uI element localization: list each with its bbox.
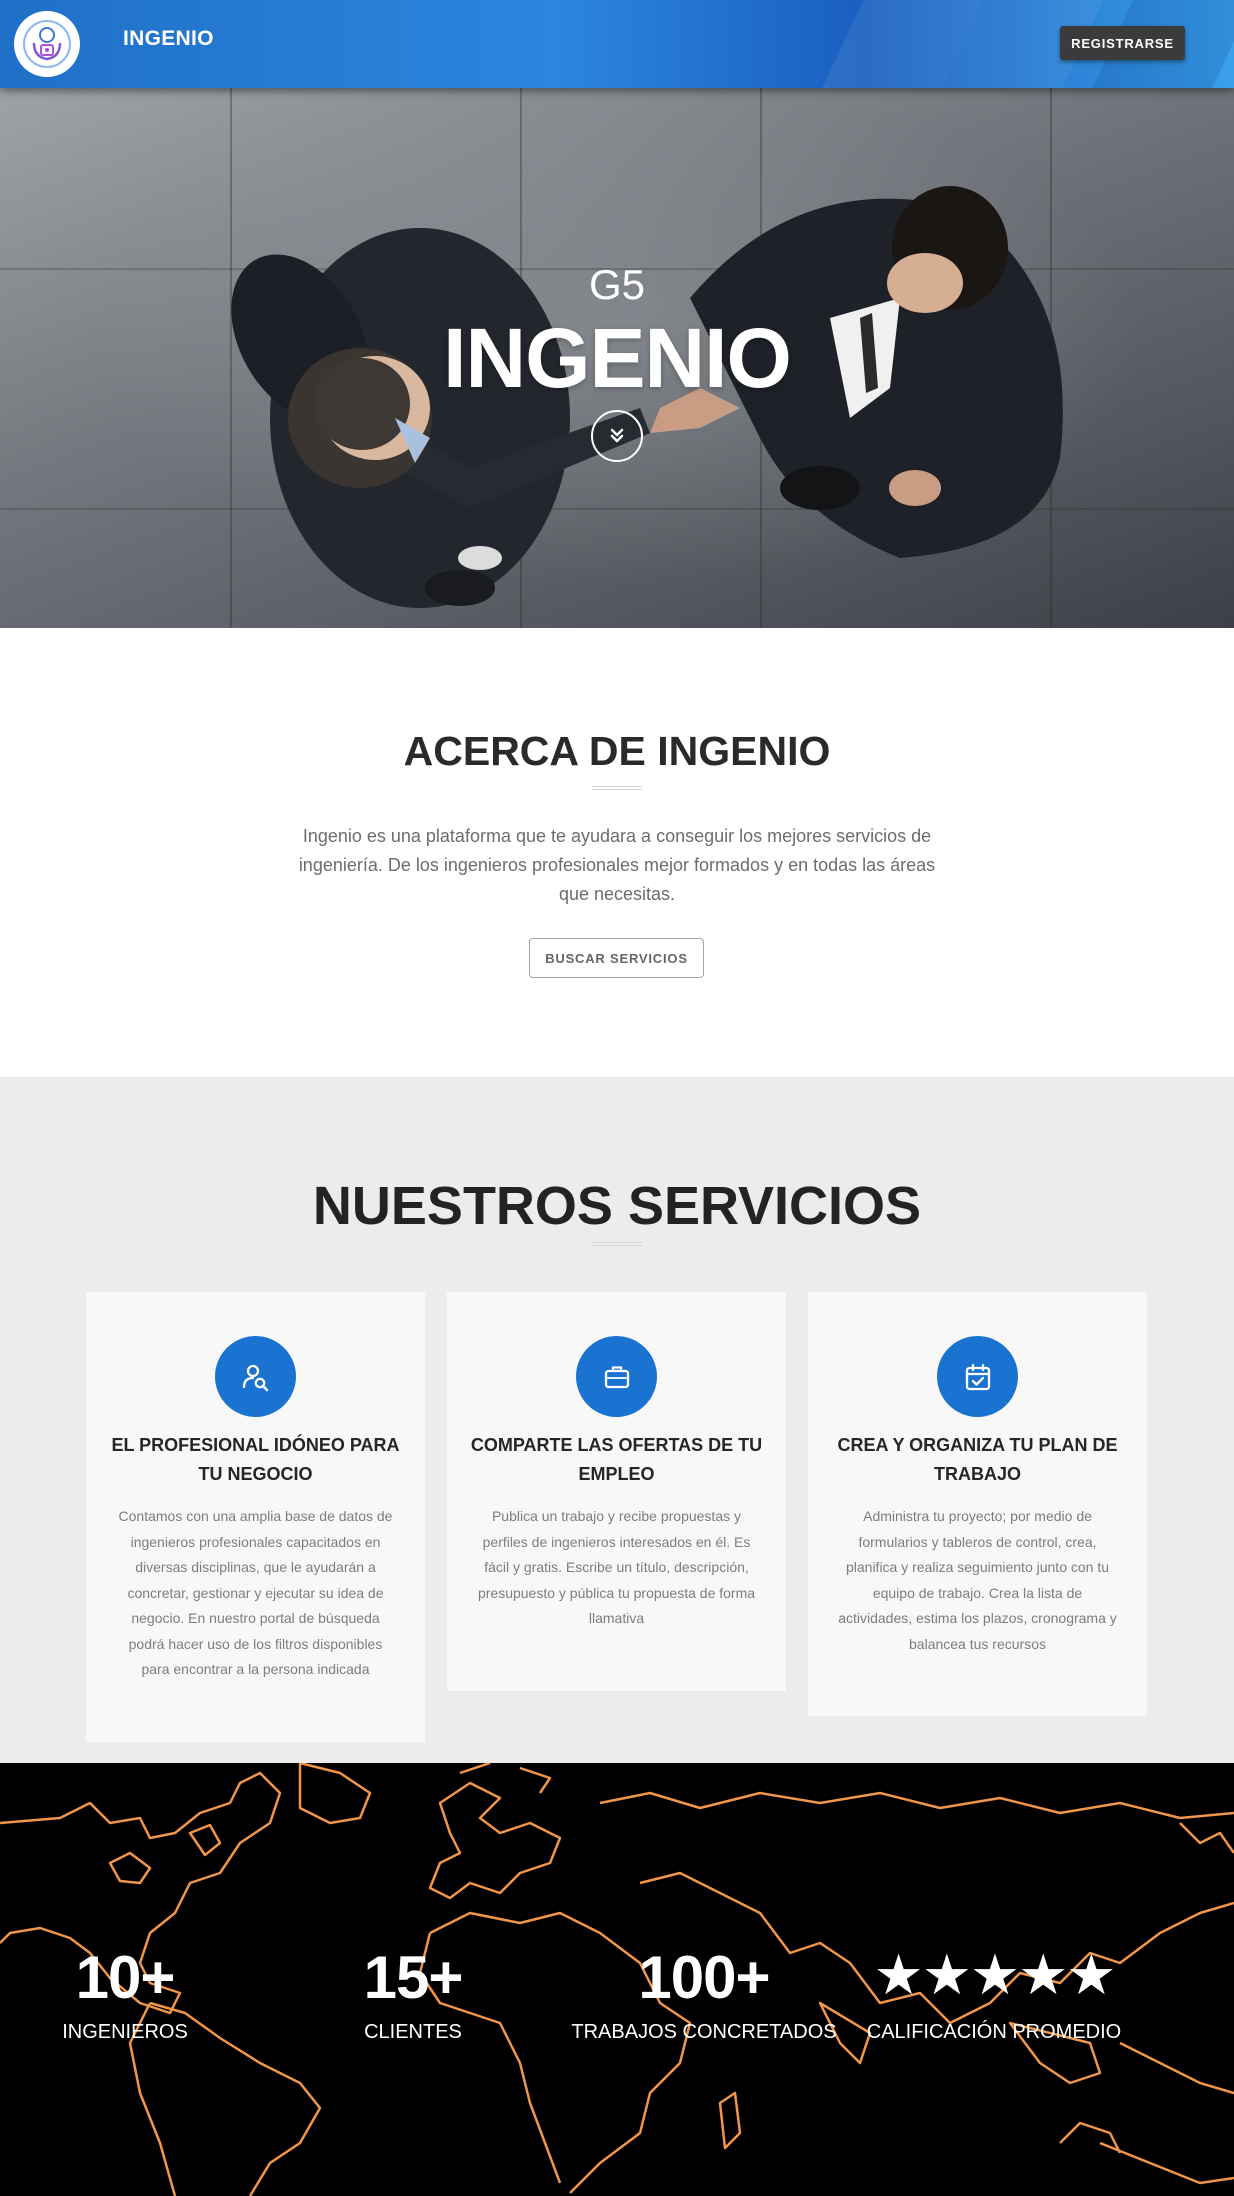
stat-label-clients: CLIENTES	[364, 2021, 462, 2043]
service-card: COMPARTE LAS OFERTAS DE TU EMPLEO Public…	[447, 1292, 786, 1691]
services-section: NUESTROS SERVICIOS EL PROFESIONAL IDÓNEO…	[0, 1077, 1234, 1763]
hero-section: G5 INGENIO	[0, 88, 1234, 628]
about-section: ACERCA DE INGENIO Ingenio es una platafo…	[0, 628, 1234, 1077]
title-divider	[592, 1242, 642, 1246]
ingenio-logo-icon[interactable]	[14, 11, 80, 77]
service-card-text: Publica un trabajo y recibe propuestas y…	[477, 1508, 756, 1626]
stat-value-jobs: 100+	[638, 1944, 770, 2011]
navbar: INGENIO REGISTRARSE	[0, 0, 1234, 88]
brand-name[interactable]: INGENIO	[123, 27, 214, 51]
service-card-title: CREA Y ORGANIZA TU PLAN DE TRABAJO	[837, 1435, 1118, 1484]
service-card: EL PROFESIONAL IDÓNEO PARA TU NEGOCIO Co…	[86, 1292, 425, 1742]
search-services-button[interactable]: BUSCAR SERVICIOS	[529, 938, 704, 978]
stat-label-engineers: INGENIEROS	[62, 2021, 188, 2043]
hero-subtitle: G5	[588, 261, 646, 308]
stat-value-clients: 15+	[363, 1944, 464, 2011]
title-divider	[592, 786, 642, 790]
about-title: ACERCA DE INGENIO	[403, 728, 831, 774]
hero-title: INGENIO	[443, 311, 792, 405]
star-rating-icon: ★★★★★	[873, 1943, 1116, 2008]
calendar-check-icon	[937, 1336, 1018, 1417]
service-card-text: Contamos con una amplia base de datos de…	[118, 1508, 393, 1677]
service-card-title: EL PROFESIONAL IDÓNEO PARA TU NEGOCIO	[111, 1435, 400, 1484]
stats-section: 10+ INGENIEROS 15+ CLIENTES 100+ TRABAJO…	[0, 1763, 1234, 2196]
service-card-title: COMPARTE LAS OFERTAS DE TU EMPLEO	[470, 1435, 763, 1484]
stat-label-rating: CALIFICACIÓN PROMEDIO	[866, 2021, 1122, 2043]
briefcase-icon	[576, 1336, 657, 1417]
about-text: Ingenio es una plataforma que te ayudara…	[298, 826, 936, 904]
service-card: CREA Y ORGANIZA TU PLAN DE TRABAJO Admin…	[808, 1292, 1147, 1716]
service-card-text: Administra tu proyecto; por medio de for…	[838, 1508, 1117, 1652]
stat-label-jobs: TRABAJOS CONCRETADOS	[571, 2021, 837, 2043]
services-title: NUESTROS SERVICIOS	[312, 1176, 922, 1236]
stat-value-engineers: 10+	[75, 1944, 176, 2011]
register-button[interactable]: REGISTRARSE	[1060, 26, 1185, 60]
chevron-double-down-icon[interactable]	[591, 410, 643, 462]
user-search-icon	[215, 1336, 296, 1417]
